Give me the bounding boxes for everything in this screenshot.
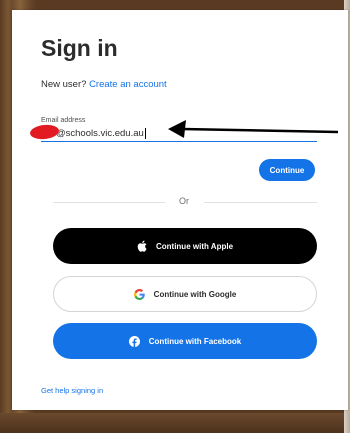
background-wood	[0, 413, 350, 433]
apple-button-label: Continue with Apple	[155, 241, 234, 251]
arrow-left-icon	[168, 120, 338, 138]
continue-with-facebook-button[interactable]: Continue with Facebook	[53, 323, 317, 359]
facebook-button-label: Continue with Facebook	[148, 336, 242, 346]
divider-right	[204, 202, 317, 203]
google-g-icon	[133, 288, 145, 300]
apple-logo-icon	[137, 240, 147, 252]
email-value: @schools.vic.edu.au	[56, 128, 144, 139]
divider-left	[53, 202, 165, 203]
page-title: Sign in	[41, 35, 118, 61]
continue-with-google-button[interactable]: Continue with Google	[53, 276, 317, 312]
text-caret	[144, 127, 146, 139]
new-user-label: New user?	[41, 79, 87, 90]
new-user-prompt: New user? Create an account	[41, 79, 167, 90]
email-label: Email address	[41, 117, 86, 124]
google-button-label: Continue with Google	[153, 289, 237, 299]
facebook-f-icon	[128, 335, 140, 347]
continue-with-apple-button[interactable]: Continue with Apple	[53, 228, 317, 264]
divider-or: Or	[179, 196, 189, 206]
continue-button[interactable]: Continue	[259, 159, 315, 181]
get-help-link[interactable]: Get help signing in	[41, 386, 103, 395]
create-account-link[interactable]: Create an account	[89, 79, 167, 90]
